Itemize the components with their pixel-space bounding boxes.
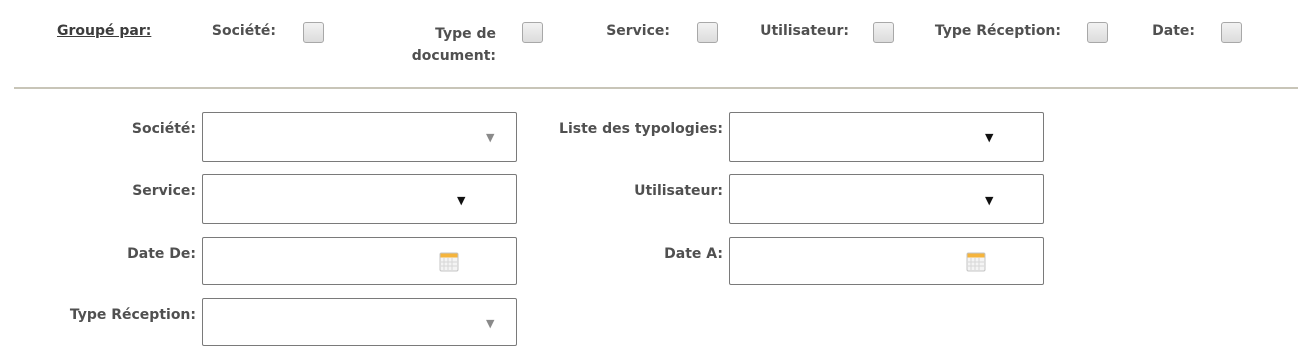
calendar-icon[interactable]	[439, 252, 459, 272]
group-by-societe-checkbox[interactable]	[303, 22, 324, 43]
group-by-type-document-label-line1: Type de	[435, 26, 496, 42]
group-by-type-document-label-line2: document:	[411, 48, 496, 64]
group-by-date-label: Date:	[1152, 23, 1195, 39]
liste-typologies-select[interactable]: ▼	[729, 112, 1044, 162]
societe-label: Société:	[131, 121, 196, 137]
service-select[interactable]: ▼	[202, 174, 517, 224]
liste-typologies-label: Liste des typologies:	[559, 121, 723, 137]
chevron-down-icon: ▼	[486, 317, 495, 330]
group-by-type-reception-checkbox[interactable]	[1087, 22, 1108, 43]
group-by-type-document-checkbox[interactable]	[522, 22, 543, 43]
group-by-type-reception-label: Type Réception:	[934, 23, 1061, 39]
service-label: Service:	[132, 183, 196, 199]
utilisateur-select[interactable]: ▼	[729, 174, 1044, 224]
date-de-input[interactable]	[202, 237, 517, 285]
type-reception-select[interactable]: ▼	[202, 298, 517, 346]
group-by-date-checkbox[interactable]	[1221, 22, 1242, 43]
chevron-down-icon: ▼	[457, 194, 466, 207]
group-by-service-checkbox[interactable]	[697, 22, 718, 43]
group-by-utilisateur-label: Utilisateur:	[760, 23, 849, 39]
group-by-utilisateur-checkbox[interactable]	[873, 22, 894, 43]
date-de-label: Date De:	[127, 246, 196, 262]
type-reception-label: Type Réception:	[69, 307, 196, 323]
group-by-service-label: Service:	[606, 23, 670, 39]
group-by-title: Groupé par:	[57, 23, 152, 39]
chevron-down-icon: ▼	[985, 131, 994, 144]
separator	[14, 87, 1298, 89]
group-by-type-document-label: Type de document:	[396, 23, 496, 67]
group-by-societe-label: Société:	[211, 23, 276, 39]
utilisateur-label: Utilisateur:	[634, 183, 723, 199]
calendar-icon[interactable]	[966, 252, 986, 272]
date-a-label: Date A:	[664, 246, 723, 262]
chevron-down-icon: ▼	[985, 194, 994, 207]
chevron-down-icon: ▼	[486, 131, 495, 144]
societe-select[interactable]: ▼	[202, 112, 517, 162]
date-a-input[interactable]	[729, 237, 1044, 285]
